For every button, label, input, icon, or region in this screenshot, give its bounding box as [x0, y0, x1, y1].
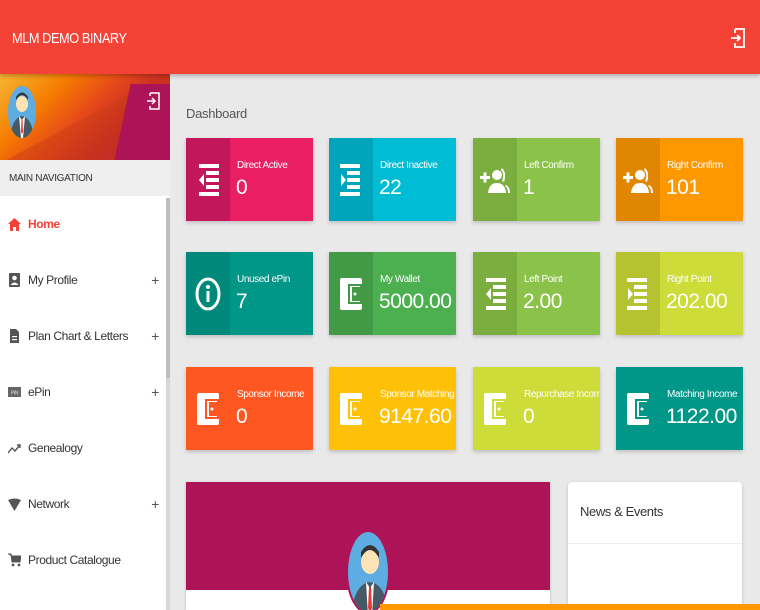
- card-value: 101: [666, 176, 700, 199]
- add-group-icon: [473, 138, 517, 221]
- card-label: Unused ePin: [237, 274, 290, 285]
- wallet-icon: [329, 367, 373, 450]
- sidebar-item-label: Plan Chart & Letters: [28, 329, 129, 343]
- card-value: 202.00: [666, 290, 728, 313]
- card-value: 5000.00: [379, 290, 452, 313]
- sidebar-item-product-catalogue[interactable]: Product Catalogue: [0, 532, 170, 588]
- profile-icon: [9, 273, 20, 287]
- sidebar-item-plan-chart[interactable]: Plan Chart & Letters +: [0, 308, 170, 364]
- sidebar-item-label: My Profile: [28, 273, 78, 287]
- top-app-bar: MLM DEMO BINARY: [0, 0, 760, 74]
- nav-section-title: MAIN NAVIGATION: [0, 160, 170, 196]
- card-value: 0: [236, 176, 248, 199]
- info-card-repurchase-income[interactable]: Repurchase Income 0: [473, 367, 600, 450]
- card-value: 9147.60: [379, 405, 452, 428]
- card-label: Right Confirm: [667, 160, 723, 171]
- info-card-left-point[interactable]: Left Point 2.00: [473, 252, 600, 335]
- card-label: Direct Active: [237, 160, 288, 171]
- indent-left-icon: [186, 138, 230, 221]
- card-label: Matching Income: [667, 389, 738, 400]
- info-card-right-confirm[interactable]: Right Confirm 101: [616, 138, 743, 221]
- card-label: Direct Inactive: [380, 160, 438, 171]
- indent-right-icon: [329, 138, 373, 221]
- profile-card: [186, 482, 550, 610]
- sidebar-item-epin[interactable]: PIN ePin +: [0, 364, 170, 420]
- sidebar: MAIN NAVIGATION Home My Profile + Plan C…: [0, 74, 170, 610]
- profile-avatar: [346, 530, 390, 610]
- info-card-sponsor-income[interactable]: Sponsor Income 0: [186, 367, 313, 450]
- logout-icon[interactable]: [730, 28, 746, 48]
- info-card-direct-active[interactable]: Direct Active 0: [186, 138, 313, 221]
- sidebar-item-my-profile[interactable]: My Profile +: [0, 252, 170, 308]
- card-label: Sponsor Income: [237, 389, 305, 400]
- sidebar-item-label: Product Catalogue: [28, 553, 121, 567]
- avatar[interactable]: [8, 86, 36, 138]
- sidebar-logout-icon[interactable]: [146, 92, 160, 110]
- info-card-sponsor-matching[interactable]: Sponsor Matching 9147.60: [329, 367, 456, 450]
- sidebar-item-label: Home: [28, 217, 60, 231]
- add-group-icon: [616, 138, 660, 221]
- sidebar-item-network[interactable]: Network +: [0, 476, 170, 532]
- card-value: 1: [523, 176, 535, 199]
- nav-list: Home My Profile + Plan Chart & Letters +…: [0, 196, 170, 588]
- sidebar-item-genealogy[interactable]: Genealogy: [0, 420, 170, 476]
- card-value: 2.00: [523, 290, 562, 313]
- indent-right-icon: [616, 252, 660, 335]
- breadcrumb: Dashboard: [186, 106, 247, 121]
- news-events-title: News & Events: [568, 482, 742, 544]
- wallet-icon: [329, 252, 373, 335]
- info-card-left-confirm[interactable]: Left Confirm 1: [473, 138, 600, 221]
- user-info-panel: [0, 74, 170, 160]
- sidebar-item-label: ePin: [28, 385, 51, 399]
- card-value: 7: [236, 290, 248, 313]
- expand-icon[interactable]: +: [151, 384, 159, 400]
- card-label: Right Point: [667, 274, 712, 285]
- wallet-icon: [616, 367, 660, 450]
- card-value: 0: [523, 405, 535, 428]
- cart-icon: [8, 553, 21, 567]
- info-card-direct-inactive[interactable]: Direct Inactive 22: [329, 138, 456, 221]
- expand-icon[interactable]: +: [151, 496, 159, 512]
- indent-left-icon: [473, 252, 517, 335]
- info-card-right-point[interactable]: Right Point 202.00: [616, 252, 743, 335]
- trending-icon: [8, 444, 21, 454]
- news-events-panel: News & Events: [568, 482, 742, 610]
- expand-icon[interactable]: +: [151, 272, 159, 288]
- card-value: 1122.00: [666, 405, 737, 428]
- card-label: Sponsor Matching: [380, 389, 455, 400]
- card-value: 22: [379, 176, 402, 199]
- app-title: MLM DEMO BINARY: [12, 30, 127, 47]
- wallet-icon: [473, 367, 517, 450]
- card-label: Repurchase Income: [524, 389, 600, 400]
- expand-icon[interactable]: +: [151, 328, 159, 344]
- info-card-my-wallet[interactable]: My Wallet 5000.00: [329, 252, 456, 335]
- home-icon: [8, 218, 21, 231]
- card-label: Left Confirm: [524, 160, 574, 171]
- card-value: 0: [236, 405, 248, 428]
- info-card-unused-epin[interactable]: Unused ePin 7: [186, 252, 313, 335]
- card-label: Left Point: [524, 274, 563, 285]
- sidebar-item-label: Genealogy: [28, 441, 83, 455]
- info-icon: [186, 252, 230, 335]
- pin-icon: PIN: [8, 387, 21, 397]
- document-icon: [10, 329, 19, 343]
- network-icon: [8, 498, 21, 511]
- main-content: Dashboard Direct Active 0 Direct Inactive 2…: [170, 74, 760, 610]
- info-card-matching-income[interactable]: Matching Income 1122.00: [616, 367, 743, 450]
- sidebar-item-home[interactable]: Home: [0, 196, 170, 252]
- svg-text:PIN: PIN: [11, 391, 19, 397]
- sidebar-item-label: Network: [28, 497, 70, 511]
- card-label: My Wallet: [380, 274, 420, 285]
- wallet-icon: [186, 367, 230, 450]
- overlay-bar: [380, 604, 760, 610]
